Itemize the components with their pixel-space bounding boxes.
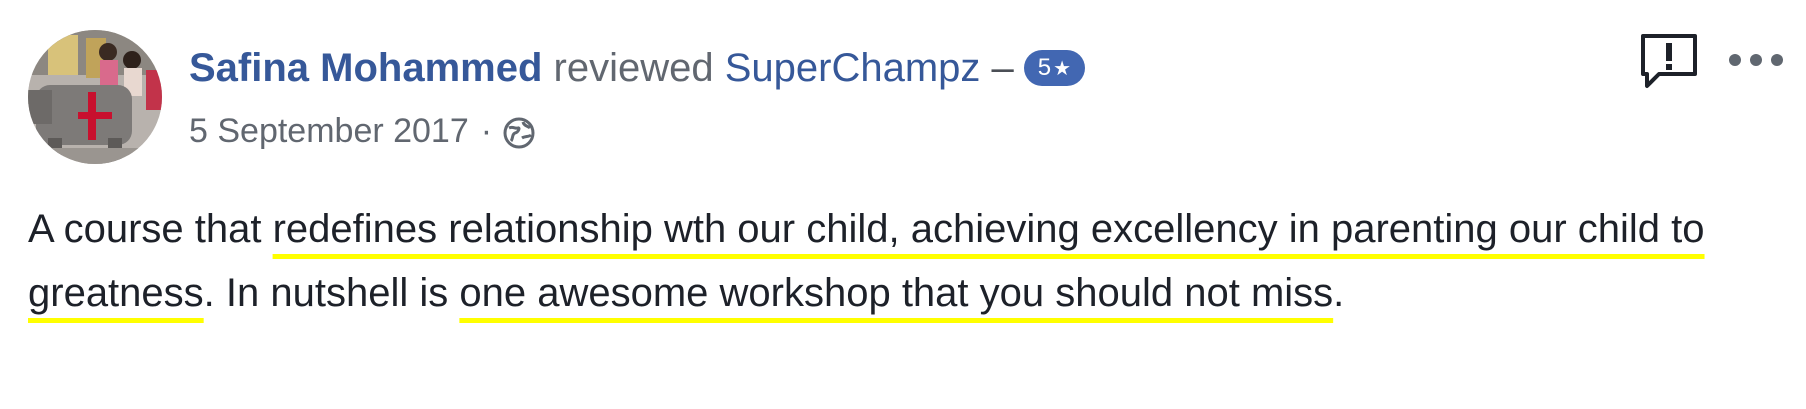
page-name-link[interactable]: SuperChampz (725, 46, 981, 90)
globe-icon (502, 114, 536, 164)
reviewer-name-link[interactable]: Safina Mohammed (189, 46, 542, 90)
header-separator: – (991, 46, 1014, 90)
review-date-link[interactable]: 5 September 2017 (189, 112, 469, 150)
review-meta: 5 September 2017 · (189, 106, 536, 164)
report-icon[interactable] (1637, 30, 1701, 94)
review-body: A course that redefines relationship wth… (28, 197, 1768, 325)
review-text-segment: A course that (28, 207, 273, 251)
review-text-segment: . In nutshell is (203, 271, 460, 315)
rating-value: 5 (1037, 54, 1052, 81)
reviewer-avatar[interactable] (28, 30, 162, 164)
more-options-icon[interactable] (1726, 48, 1786, 72)
highlighted-review-text: one awesome workshop that you should not… (459, 271, 1334, 315)
review-text-segment: . (1333, 271, 1345, 315)
meta-separator: · (480, 112, 493, 150)
rating-badge: 5 ★ (1023, 50, 1086, 86)
review-header: Safina Mohammed reviewed SuperChampz –5 ★ (189, 41, 1086, 95)
review-action-text: reviewed (553, 46, 714, 90)
star-icon: ★ (1053, 58, 1072, 80)
